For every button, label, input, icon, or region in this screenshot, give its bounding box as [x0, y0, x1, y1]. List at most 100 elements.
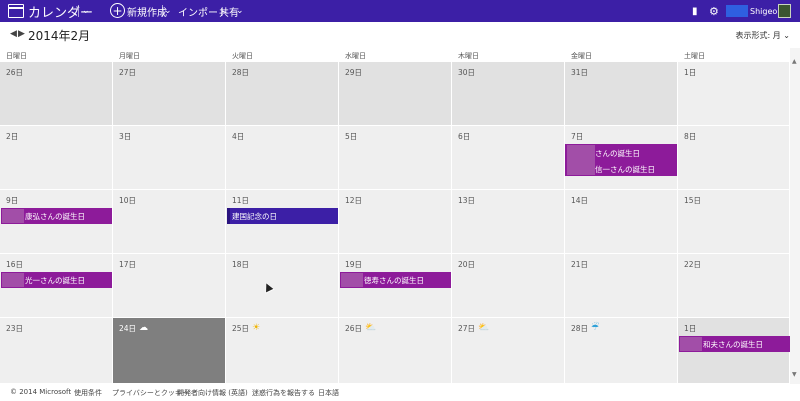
day-cell[interactable]: 17日	[113, 254, 226, 318]
event-birthday[interactable]: さんの誕生日 信一さんの誕生日	[565, 144, 677, 176]
day-number: 10日	[119, 195, 136, 206]
weekday-header: 水曜日	[345, 52, 366, 60]
day-cell[interactable]: 27日 ⛅	[452, 318, 565, 384]
day-number: 19日	[345, 259, 362, 270]
day-number: 5日	[345, 131, 357, 142]
day-label: 28日	[571, 324, 589, 333]
day-number: 6日	[458, 131, 470, 142]
day-number: 24日 ☁	[119, 323, 148, 334]
calendar-toolbar: ◀ ▶ 2014年2月 表示形式: 月 ⌄	[0, 22, 800, 48]
day-cell[interactable]: 21日	[565, 254, 678, 318]
event-holiday[interactable]: 建国記念の日	[227, 208, 338, 224]
calendar-app-icon[interactable]	[8, 4, 24, 18]
weekday-header: 金曜日	[571, 52, 592, 60]
new-dropdown-chevron-icon[interactable]: ⌄	[164, 0, 172, 22]
day-cell-today[interactable]: 24日 ☁	[113, 318, 226, 384]
partly-cloudy-icon: ⛅	[365, 323, 377, 333]
previous-month-arrow-icon[interactable]: ◀	[10, 29, 17, 39]
day-number: 11日	[232, 195, 249, 206]
day-cell[interactable]: 27日	[113, 62, 226, 126]
weekday-header: 木曜日	[458, 52, 479, 60]
day-label: 8日	[684, 132, 697, 141]
avatar[interactable]	[778, 4, 791, 18]
day-number: 26日	[6, 67, 23, 78]
day-cell[interactable]: 20日	[452, 254, 565, 318]
day-cell[interactable]: 12日	[339, 190, 452, 254]
day-cell[interactable]: 23日	[0, 318, 113, 384]
month-grid: 26日 27日 28日 29日 30日 31日 1日 2日 3日 4日 5日 6日 7日 8日 9日 10日 1…	[0, 62, 790, 384]
day-cell[interactable]: 28日 ☔	[565, 318, 678, 384]
new-plus-icon[interactable]: +	[110, 3, 125, 18]
developers-link[interactable]: 開発者向け情報 (英語)	[177, 388, 248, 398]
weekday-header: 土曜日	[684, 52, 705, 60]
day-cell[interactable]: 8日	[678, 126, 790, 190]
day-label: 25日	[232, 324, 250, 333]
view-mode-label: 表示形式: 月	[735, 31, 781, 40]
user-name[interactable]: Shigeo	[750, 0, 777, 22]
scroll-down-arrow-icon[interactable]: ▼	[792, 371, 797, 378]
day-cell[interactable]: 10日	[113, 190, 226, 254]
day-label: 26日	[345, 324, 363, 333]
account-badge[interactable]	[726, 5, 748, 17]
gear-icon[interactable]: ⚙	[709, 0, 719, 22]
day-label: 16日	[6, 260, 24, 269]
event-label: さんの誕生日	[595, 149, 640, 158]
weekday-header: 日曜日	[6, 52, 27, 60]
day-cell[interactable]: 13日	[452, 190, 565, 254]
day-cell[interactable]: 2日	[0, 126, 113, 190]
day-cell[interactable]: 18日	[226, 254, 339, 318]
day-number: 26日 ⛅	[345, 323, 376, 334]
day-cell[interactable]: 26日	[0, 62, 113, 126]
app-switcher-chevron-icon[interactable]: ⌄	[82, 0, 90, 22]
chat-icon[interactable]: ▮	[692, 0, 698, 22]
terms-link[interactable]: 使用条件	[74, 388, 102, 398]
day-cell[interactable]: 28日	[226, 62, 339, 126]
language-link[interactable]: 日本語	[318, 388, 339, 398]
day-number: 22日	[684, 259, 701, 270]
day-cell[interactable]: 6日	[452, 126, 565, 190]
day-number: 21日	[571, 259, 588, 270]
day-cell[interactable]: 3日	[113, 126, 226, 190]
day-cell[interactable]: 5日	[339, 126, 452, 190]
day-cell[interactable]: 1日	[678, 62, 790, 126]
day-cell[interactable]: 30日	[452, 62, 565, 126]
day-number: 15日	[684, 195, 701, 206]
report-abuse-link[interactable]: 迷惑行為を報告する	[252, 388, 315, 398]
event-birthday[interactable]: 康弘さんの誕生日	[1, 208, 112, 224]
day-label: 13日	[458, 196, 476, 205]
day-cell[interactable]: 26日 ⛅	[339, 318, 452, 384]
copyright-text: © 2014 Microsoft	[10, 388, 72, 396]
event-birthday[interactable]: 徳寿さんの誕生日	[340, 272, 451, 288]
day-number: 2日	[6, 131, 18, 142]
day-label: 3日	[119, 132, 132, 141]
event-birthday[interactable]: 和夫さんの誕生日	[679, 336, 790, 352]
day-number: 28日	[232, 67, 249, 78]
day-cell[interactable]: 14日	[565, 190, 678, 254]
scroll-up-arrow-icon[interactable]: ▲	[792, 58, 797, 65]
footer: © 2014 Microsoft 使用条件 プライバシーとクッキー 開発者向け情…	[0, 384, 800, 401]
rain-icon: ☔	[591, 323, 600, 333]
day-number: 31日	[571, 67, 588, 78]
day-number: 13日	[458, 195, 475, 206]
day-cell[interactable]: 15日	[678, 190, 790, 254]
share-chevron-icon[interactable]: ⌄	[236, 0, 244, 22]
day-cell[interactable]: 4日	[226, 126, 339, 190]
cloud-icon: ☁	[139, 323, 149, 333]
view-mode-selector[interactable]: 表示形式: 月 ⌄	[736, 30, 791, 41]
day-cell[interactable]: 31日	[565, 62, 678, 126]
vertical-scrollbar[interactable]: ▲ ▼	[790, 48, 800, 384]
top-bar: カレンダー ⌄ + 新規作成 ⌄ インポート 共有 ⌄ ▮ ⚙ Shigeo	[0, 0, 800, 22]
day-cell[interactable]: 29日	[339, 62, 452, 126]
day-number: 1日	[684, 67, 696, 78]
day-label: 1日	[684, 68, 697, 77]
event-birthday[interactable]: 光一さんの誕生日	[1, 272, 112, 288]
contact-photo	[567, 145, 595, 175]
day-label: 23日	[6, 324, 24, 333]
partly-cloudy-icon: ⛅	[478, 323, 490, 333]
day-cell[interactable]: 25日 ☀	[226, 318, 339, 384]
day-cell[interactable]: 22日	[678, 254, 790, 318]
new-button[interactable]: 新規作成	[127, 0, 167, 22]
day-number: 30日	[458, 67, 475, 78]
day-number: 4日	[232, 131, 244, 142]
next-month-arrow-icon[interactable]: ▶	[18, 29, 25, 39]
